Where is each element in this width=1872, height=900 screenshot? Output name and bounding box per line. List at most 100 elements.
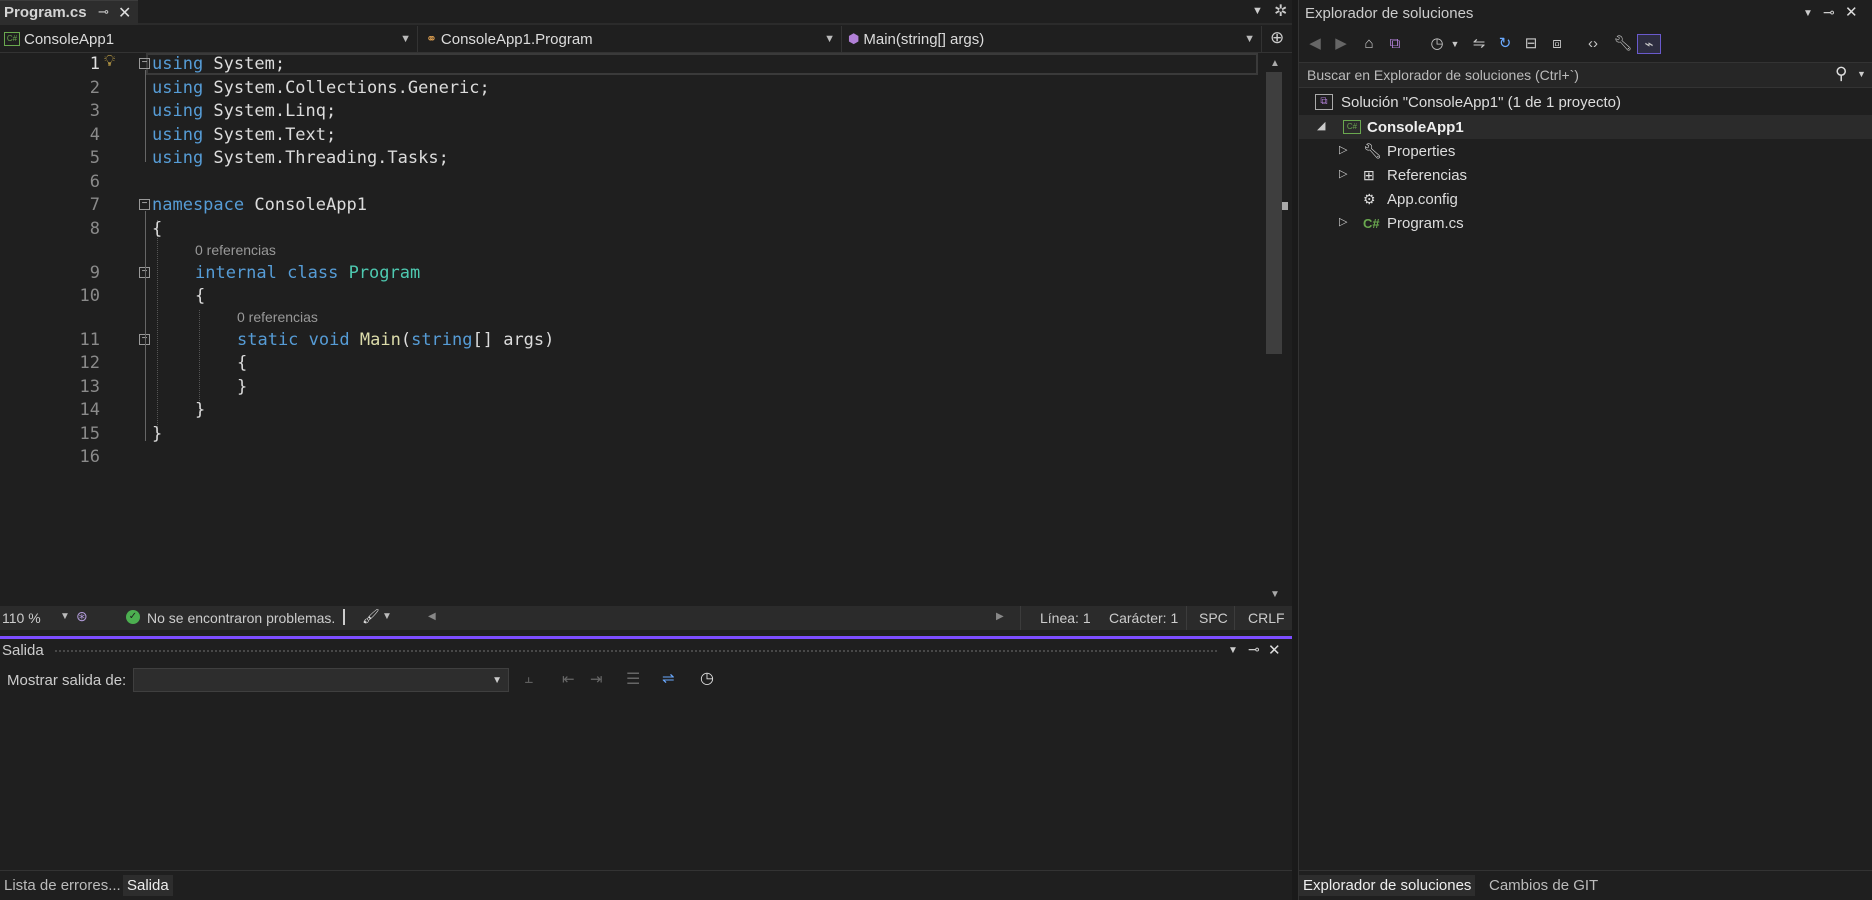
project-dropdown[interactable]: C# ConsoleApp1 ▼ [0, 26, 418, 52]
document-tab-bar: Program.cs ⊸ ✕ ▼ ✲ [0, 0, 1292, 25]
output-source-select[interactable]: ▼ [133, 668, 509, 692]
previous-message-icon[interactable]: ⇤ [562, 670, 575, 688]
chevron-down-icon[interactable]: ▼ [1857, 69, 1866, 79]
collapse-all-icon[interactable]: ⊟ [1521, 34, 1541, 54]
divider [1186, 606, 1187, 630]
code-line: } [195, 400, 206, 420]
sync-icon[interactable]: ⇋ [1469, 34, 1489, 54]
scroll-down-icon[interactable]: ▼ [1270, 589, 1280, 600]
solution-icon: ⧉ [1315, 94, 1333, 110]
chevron-down-icon: ▼ [824, 33, 835, 45]
code-line: { [195, 286, 206, 306]
view-code-icon[interactable]: ‹› [1583, 34, 1603, 54]
tree-item-project[interactable]: C# ConsoleApp1 [1343, 116, 1464, 138]
scroll-left-icon[interactable]: ◀ [428, 611, 436, 622]
line-indicator[interactable]: Línea: 1 [1040, 610, 1091, 626]
chevron-down-icon[interactable]: ▼ [1228, 645, 1238, 656]
find-message-icon[interactable]: ⫠ [524, 670, 533, 687]
current-line-highlight [146, 53, 1258, 75]
pin-icon[interactable]: ⊸ [1823, 4, 1835, 21]
properties-icon[interactable]: 🔧︎ [1613, 34, 1633, 54]
pin-icon[interactable]: ⊸ [98, 4, 109, 20]
code-line: static void Main(string[] args) [237, 330, 555, 350]
preview-selected-icon[interactable]: ⌁ [1637, 34, 1661, 54]
solution-search-placeholder: Buscar en Explorador de soluciones (Ctrl… [1307, 67, 1579, 83]
split-editor-icon[interactable]: ⊕ [1270, 28, 1284, 48]
switch-views-icon[interactable]: ⧉ [1385, 34, 1405, 54]
home-icon[interactable]: ⌂ [1359, 34, 1379, 54]
search-icon[interactable]: ⚲ [1835, 64, 1847, 84]
tree-item-program-cs[interactable]: C# Program.cs [1363, 212, 1464, 234]
class-dropdown[interactable]: ⚭ ConsoleApp1.Program ▼ [422, 26, 842, 52]
chevron-down-icon[interactable]: ▼ [1803, 8, 1813, 19]
brush-icon[interactable]: 🖌︎ [362, 608, 380, 625]
next-message-icon[interactable]: ⇥ [590, 670, 603, 688]
close-icon[interactable]: ✕ [1845, 3, 1858, 21]
drag-grip[interactable] [54, 649, 1219, 654]
tree-item-label: Properties [1387, 142, 1456, 160]
scroll-up-icon[interactable]: ▲ [1270, 58, 1280, 69]
copilot-icon[interactable]: ⊛ [76, 608, 88, 625]
clear-all-icon[interactable]: ☰ [626, 669, 640, 689]
pane-divider[interactable] [1292, 0, 1298, 900]
line-ending-indicator[interactable]: CRLF [1248, 610, 1285, 626]
code-line: internal class Program [195, 263, 421, 283]
word-wrap-icon[interactable]: ⇌ [662, 669, 675, 687]
tab-list-dropdown-icon[interactable]: ▼ [1252, 5, 1263, 17]
pending-changes-filter-icon[interactable]: ◷ [1427, 34, 1447, 54]
wrench-icon: 🔧︎ [1363, 143, 1383, 160]
tree-item-app-config[interactable]: ⚙ App.config [1363, 188, 1458, 210]
show-all-files-icon[interactable]: ⧈ [1547, 34, 1567, 54]
lightbulb-icon[interactable]: 💡︎ [104, 53, 115, 71]
line-number: 6 [89, 172, 100, 192]
forward-icon[interactable]: ▶ [1331, 34, 1351, 54]
collapse-icon[interactable]: − [139, 58, 150, 69]
tree-item-references[interactable]: ⊞ Referencias [1363, 164, 1467, 186]
chevron-down-icon[interactable]: ▼ [1445, 34, 1465, 54]
refresh-icon[interactable]: ↻ [1495, 34, 1515, 54]
scrollbar-thumb[interactable] [1266, 72, 1282, 354]
tree-item-solution[interactable]: ⧉ Solución "ConsoleApp1" (1 de 1 proyect… [1315, 91, 1621, 113]
gear-icon[interactable]: ✲ [1274, 1, 1287, 21]
scroll-right-icon[interactable]: ▶ [996, 611, 1004, 622]
code-line: using System.Linq; [152, 101, 337, 121]
chevron-down-icon[interactable]: ▼ [382, 611, 392, 622]
line-number: 8 [89, 219, 100, 239]
tab-git-changes[interactable]: Cambios de GIT [1485, 875, 1602, 896]
line-number: 7 [89, 195, 100, 215]
tab-error-list[interactable]: Lista de errores... [0, 875, 125, 896]
project-dropdown-label: ConsoleApp1 [24, 30, 115, 48]
collapsed-arrow-icon[interactable]: ▷ [1339, 167, 1347, 180]
output-title: Salida [2, 642, 44, 659]
tab-solution-explorer[interactable]: Explorador de soluciones [1299, 875, 1476, 896]
solution-search-box[interactable]: Buscar en Explorador de soluciones (Ctrl… [1299, 62, 1872, 88]
close-icon[interactable]: ✕ [118, 3, 131, 23]
config-file-icon: ⚙ [1363, 190, 1376, 207]
codelens-references[interactable]: 0 referencias [195, 242, 276, 258]
tab-output[interactable]: Salida [123, 875, 173, 898]
back-icon[interactable]: ◀ [1305, 34, 1325, 54]
char-indicator[interactable]: Carácter: 1 [1109, 610, 1178, 626]
member-dropdown[interactable]: ⬢ Main(string[] args) ▼ [846, 26, 1262, 52]
pin-icon[interactable]: ⊸ [1248, 641, 1260, 658]
solution-explorer-bottom-tabs: Explorador de soluciones Cambios de GIT [1299, 870, 1872, 900]
class-icon: ⚭ [426, 31, 437, 46]
clock-icon[interactable]: ◷ [700, 668, 714, 688]
output-content[interactable] [0, 700, 1292, 868]
output-toolbar: Mostrar salida de: ▼ ⫠ ⇤ ⇥ ☰ ⇌ ◷ [0, 664, 1292, 696]
codelens-references[interactable]: 0 referencias [237, 309, 318, 325]
tree-item-properties[interactable]: 🔧︎ Properties [1363, 140, 1455, 162]
chevron-down-icon[interactable]: ▼ [60, 611, 70, 622]
tab-program-cs[interactable]: Program.cs ⊸ ✕ [0, 0, 138, 25]
csharp-project-icon: C# [1343, 120, 1361, 134]
collapsed-arrow-icon[interactable]: ▷ [1339, 215, 1347, 228]
close-icon[interactable]: ✕ [1268, 641, 1281, 659]
whitespace-indicator[interactable]: SPC [1199, 610, 1228, 626]
issues-status[interactable]: No se encontraron problemas. [147, 610, 335, 626]
zoom-level[interactable]: 110 % [2, 610, 41, 626]
collapsed-arrow-icon[interactable]: ▷ [1339, 143, 1347, 156]
collapse-icon[interactable]: − [139, 199, 150, 210]
tree-item-label: App.config [1387, 190, 1458, 208]
expanded-arrow-icon[interactable]: ◢ [1317, 119, 1325, 132]
solution-explorer-pane: Explorador de soluciones ▼ ⊸ ✕ ◀ ▶ ⌂ ⧉ ◷… [1298, 0, 1872, 900]
